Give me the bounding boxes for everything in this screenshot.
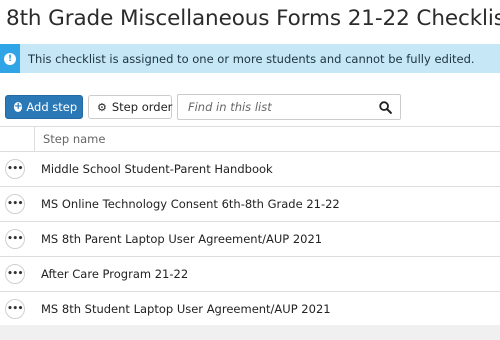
steps-table: Step name ••• Middle School Student-Pare…: [0, 126, 500, 327]
gear-icon: ⚙: [97, 100, 107, 114]
step-name[interactable]: After Care Program 21-22: [41, 267, 188, 281]
exclamation-circle-icon: !: [4, 52, 16, 65]
toolbar: + Add step ⚙ Step order: [5, 94, 401, 120]
add-step-button[interactable]: + Add step: [5, 95, 83, 119]
search-input[interactable]: [186, 99, 379, 115]
row-menu-button[interactable]: •••: [5, 299, 25, 319]
page-title: 8th Grade Miscellaneous Forms 21-22 Chec…: [6, 6, 500, 31]
header-handle-cell: [0, 127, 35, 151]
table-row: ••• MS 8th Student Laptop User Agreement…: [0, 292, 500, 327]
info-alert: ! This checklist is assigned to one or m…: [0, 44, 500, 73]
table-row: ••• MS Online Technology Consent 6th-8th…: [0, 187, 500, 222]
plus-circle-icon: +: [14, 101, 23, 112]
step-order-label: Step order: [111, 100, 173, 114]
footer-bar: [0, 325, 500, 340]
table-header: Step name: [0, 126, 500, 152]
add-step-label: Add step: [26, 100, 78, 114]
row-menu-button[interactable]: •••: [5, 229, 25, 249]
alert-message: This checklist is assigned to one or mor…: [28, 51, 475, 66]
search-box: [177, 94, 401, 120]
alert-icon-box: !: [0, 44, 20, 73]
step-name[interactable]: MS 8th Student Laptop User Agreement/AUP…: [41, 302, 331, 316]
step-order-button[interactable]: ⚙ Step order: [88, 95, 172, 119]
search-icon[interactable]: [379, 100, 392, 114]
table-row: ••• MS 8th Parent Laptop User Agreement/…: [0, 222, 500, 257]
step-name[interactable]: Middle School Student-Parent Handbook: [41, 162, 273, 176]
step-name[interactable]: MS Online Technology Consent 6th-8th Gra…: [41, 197, 340, 211]
step-name[interactable]: MS 8th Parent Laptop User Agreement/AUP …: [41, 232, 322, 246]
column-header-step-name: Step name: [43, 132, 106, 146]
row-menu-button[interactable]: •••: [5, 264, 25, 284]
table-row: ••• Middle School Student-Parent Handboo…: [0, 152, 500, 187]
table-row: ••• After Care Program 21-22: [0, 257, 500, 292]
row-menu-button[interactable]: •••: [5, 194, 25, 214]
row-menu-button[interactable]: •••: [5, 159, 25, 179]
